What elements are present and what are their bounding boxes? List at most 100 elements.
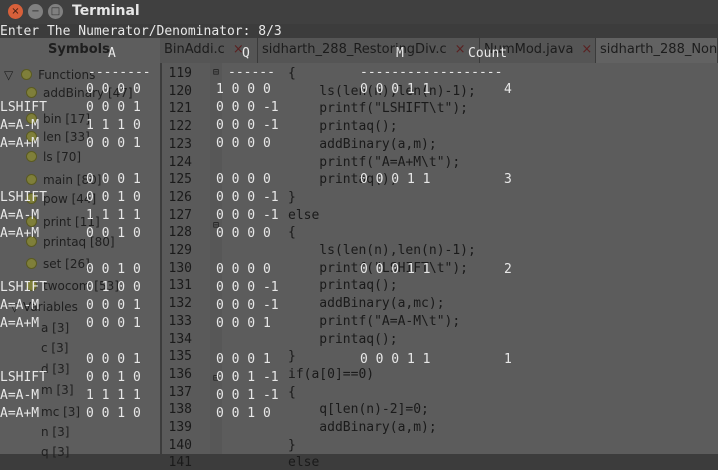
line-number: 126 — [168, 189, 192, 205]
code-line: addBinary(a,mc); — [288, 296, 445, 312]
symbol-label: a [3] — [41, 321, 70, 335]
register-q-value: 0 0 0 -1 — [216, 190, 279, 205]
tab-restoringdiv[interactable]: sidharth_288_RestoringDiv.c × — [258, 38, 480, 63]
register-q-value: 0 0 0 -1 — [216, 298, 279, 313]
register-a-value: 0 0 0 1 — [86, 352, 141, 367]
operation-label: A=A+M — [0, 316, 40, 331]
symbol-item[interactable]: set [26] — [26, 257, 90, 271]
header-a: A — [108, 46, 116, 61]
register-a-value: 0 0 1 0 — [86, 370, 141, 385]
line-number: 121 — [168, 101, 192, 117]
register-q-value: 0 0 0 0 — [216, 262, 271, 277]
operation-label: LSHIFT — [0, 370, 47, 385]
register-m-value: 0 0 0 1 1 — [360, 82, 431, 97]
separator-q: ------ — [228, 65, 275, 80]
register-a-value: 0 0 1 0 — [86, 262, 141, 277]
symbol-label: m [3] — [41, 383, 74, 397]
operation-label: LSHIFT — [0, 190, 47, 205]
line-number: 125 — [168, 172, 192, 188]
register-a-value: 0 0 1 0 — [86, 226, 141, 241]
count-value: 3 — [504, 172, 512, 187]
line-number: 138 — [168, 402, 192, 418]
function-icon — [21, 69, 33, 80]
symbol-label: ls [70] — [43, 150, 82, 164]
line-number: 137 — [168, 384, 192, 400]
operation-label: A=A-M — [0, 118, 40, 133]
function-icon — [26, 174, 37, 185]
line-number: 135 — [168, 349, 192, 365]
register-a-value: 1 1 1 1 — [86, 388, 141, 403]
register-q-value: 0 0 0 1 — [216, 316, 271, 331]
functions-group[interactable]: ▽ Functions — [4, 68, 95, 82]
symbol-item[interactable]: n [3] — [26, 425, 69, 439]
operation-label: A=A-M — [0, 388, 40, 403]
line-number: 120 — [168, 83, 192, 99]
register-q-value: 0 0 0 1 — [216, 352, 271, 367]
line-number: 119 — [168, 66, 192, 81]
register-a-value: 0 0 0 1 — [86, 100, 141, 115]
code-line: addBinary(a,m); — [288, 136, 437, 152]
line-number: 122 — [168, 119, 192, 135]
line-number: 128 — [168, 225, 192, 241]
code-line: ls(len(n),len(n)-1); — [288, 243, 476, 258]
operation-label: A=A-M — [0, 298, 40, 313]
code-line: { — [288, 66, 296, 81]
symbol-item[interactable]: c [3] — [26, 341, 68, 355]
symbol-item[interactable]: q [3] — [26, 445, 69, 459]
window-title: Terminal — [72, 3, 140, 19]
operation-label: A=A+M — [0, 226, 40, 241]
operation-label: A=A+M — [0, 136, 40, 151]
register-a-value: 1 1 1 1 — [86, 208, 141, 223]
tab-label: BinAddi.c — [164, 42, 225, 57]
operation-label: LSHIFT — [0, 100, 47, 115]
line-number: 124 — [168, 154, 192, 170]
register-a-value: 0 0 1 0 — [86, 406, 141, 421]
code-line: printf("A=A-M\t"); — [288, 313, 461, 329]
code-line: printf("LSHIFT\t"); — [288, 101, 469, 117]
symbol-item[interactable]: ls [70] — [26, 150, 81, 164]
line-number: 140 — [168, 437, 192, 453]
separator-m: --------- — [360, 65, 431, 80]
symbol-label: q [3] — [41, 445, 70, 459]
register-q-value: 0 0 0 -1 — [216, 100, 279, 115]
code-line: if(a[0]==0) — [288, 366, 375, 382]
header-m: M — [396, 46, 404, 61]
count-value: 1 — [504, 352, 512, 367]
operation-label: A=A+M — [0, 406, 40, 421]
symbols-tab[interactable]: Symbols — [48, 42, 110, 57]
line-number: 133 — [168, 313, 192, 329]
code-line: { — [288, 384, 296, 400]
code-line: q[len(n)-2]=0; — [288, 402, 429, 418]
register-m-value: 0 0 0 1 1 — [360, 352, 431, 367]
line-number: 136 — [168, 366, 192, 382]
register-q-value: 0 0 0 -1 — [216, 118, 279, 133]
symbol-label: len [33] — [43, 130, 90, 144]
line-number: 134 — [168, 331, 192, 347]
symbol-label: n [3] — [41, 425, 70, 439]
tab-label: sidharth_288_RestoringDiv.c — [262, 42, 447, 57]
line-number: 123 — [168, 136, 192, 152]
count-value: 2 — [504, 262, 512, 277]
register-a-value: 1 1 1 0 — [86, 118, 141, 133]
fold-marker-icon[interactable]: ⊟ — [213, 67, 219, 78]
count-value: 4 — [504, 82, 512, 97]
symbol-label: mc [3] — [41, 405, 81, 419]
code-line: else — [288, 207, 320, 223]
close-icon[interactable]: × — [455, 42, 466, 57]
close-icon[interactable]: × — [581, 42, 592, 57]
register-a-value: 0 0 1 0 — [86, 190, 141, 205]
register-q-value: 0 0 0 0 — [216, 226, 271, 241]
close-button[interactable]: × — [8, 4, 23, 19]
line-number: 132 — [168, 296, 192, 312]
register-q-value: 0 0 0 0 — [216, 136, 271, 151]
register-m-value: 0 0 0 1 1 — [360, 262, 431, 277]
maximize-button[interactable]: □ — [48, 4, 63, 19]
register-q-value: 0 0 0 0 — [216, 172, 271, 187]
minimize-button[interactable]: − — [28, 4, 43, 19]
function-icon — [26, 87, 37, 98]
register-q-value: 0 0 1 -1 — [216, 388, 279, 403]
register-a-value: 0 0 0 1 — [86, 136, 141, 151]
separator-count: --------- — [432, 65, 503, 80]
operation-label: A=A-M — [0, 208, 40, 223]
tab-nonrestoring[interactable]: sidharth_288_Non — [596, 38, 718, 63]
